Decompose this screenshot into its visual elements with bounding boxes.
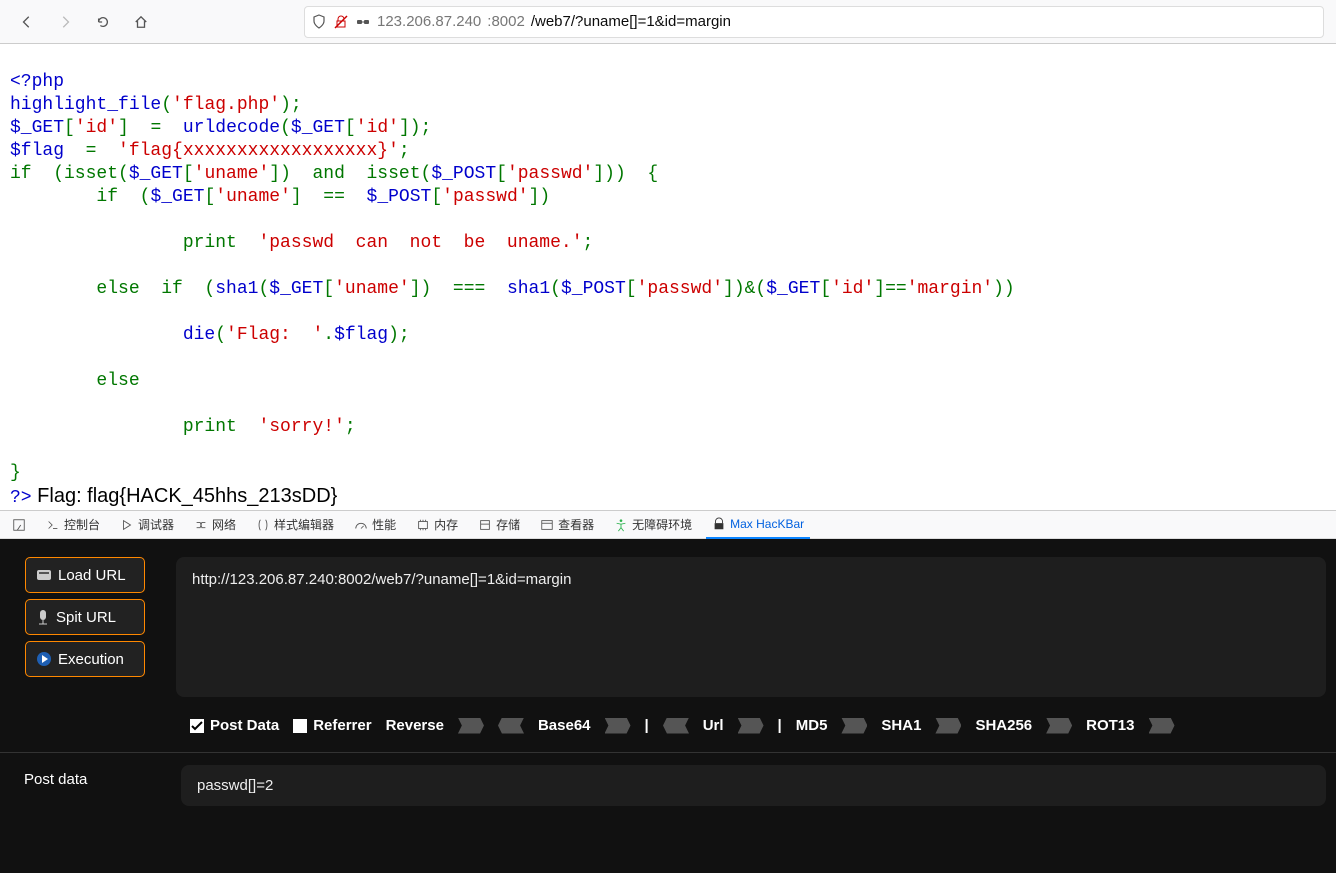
tab-hackbar[interactable]: Max HacKBar bbox=[706, 511, 810, 539]
url-host: 123.206.87.240 bbox=[377, 13, 481, 30]
arrow-right-icon[interactable] bbox=[458, 718, 484, 734]
tab-network[interactable]: 网络 bbox=[188, 511, 242, 539]
tab-debugger[interactable]: 调试器 bbox=[114, 511, 180, 539]
permissions-icon bbox=[355, 14, 371, 30]
post-data-label: Post data bbox=[10, 765, 165, 788]
sha1-label[interactable]: SHA1 bbox=[881, 717, 921, 734]
load-url-button[interactable]: Load URL bbox=[25, 557, 145, 593]
arrow-right-icon[interactable] bbox=[841, 718, 867, 734]
arrow-left-icon[interactable] bbox=[498, 718, 524, 734]
url-path: /web7/?uname[]=1&id=margin bbox=[531, 13, 731, 30]
tab-storage[interactable]: 存储 bbox=[472, 511, 526, 539]
hackbar-options: Post Data Referrer Reverse Base64 | Url … bbox=[0, 707, 1336, 752]
devtools-panel: 控制台 调试器 网络 样式编辑器 性能 内存 存储 查看器 无障碍环境 Max … bbox=[0, 510, 1336, 873]
tab-style-editor[interactable]: 样式编辑器 bbox=[250, 511, 340, 539]
home-button[interactable] bbox=[126, 7, 156, 37]
arrow-right-icon[interactable] bbox=[935, 718, 961, 734]
url-port: :8002 bbox=[487, 13, 525, 30]
base64-label[interactable]: Base64 bbox=[538, 717, 591, 734]
tab-accessibility[interactable]: 无障碍环境 bbox=[608, 511, 698, 539]
back-button[interactable] bbox=[12, 7, 42, 37]
arrow-right-icon[interactable] bbox=[605, 718, 631, 734]
spit-url-button[interactable]: Spit URL bbox=[25, 599, 145, 635]
arrow-right-icon[interactable] bbox=[1149, 718, 1175, 734]
tab-memory[interactable]: 内存 bbox=[410, 511, 464, 539]
execution-button[interactable]: Execution bbox=[25, 641, 145, 677]
tab-console[interactable]: 控制台 bbox=[40, 511, 106, 539]
post-data-input[interactable]: passwd[]=2 bbox=[181, 765, 1326, 806]
tab-inspector-toggle[interactable] bbox=[6, 511, 32, 539]
referrer-checkbox[interactable]: Referrer bbox=[293, 717, 371, 734]
reverse-label[interactable]: Reverse bbox=[386, 717, 444, 734]
arrow-right-icon[interactable] bbox=[1046, 718, 1072, 734]
arrow-left-icon[interactable] bbox=[663, 718, 689, 734]
hackbar-url-input[interactable]: http://123.206.87.240:8002/web7/?uname[]… bbox=[176, 557, 1326, 697]
sha256-label[interactable]: SHA256 bbox=[975, 717, 1032, 734]
hackbar-panel: Load URL Spit URL Execution http://123.2… bbox=[0, 539, 1336, 873]
address-bar[interactable]: 123.206.87.240 :8002/web7/?uname[]=1&id=m… bbox=[304, 6, 1324, 38]
lock-slash-icon bbox=[333, 14, 349, 30]
nav-toolbar: 123.206.87.240 :8002/web7/?uname[]=1&id=m… bbox=[0, 0, 1336, 44]
forward-button[interactable] bbox=[50, 7, 80, 37]
page-content: <?php highlight_file('flag.php'); $_GET[… bbox=[0, 44, 1336, 510]
rot13-label[interactable]: ROT13 bbox=[1086, 717, 1134, 734]
tab-inspector[interactable]: 查看器 bbox=[534, 511, 600, 539]
reload-button[interactable] bbox=[88, 7, 118, 37]
flag-output: Flag: flag{HACK_45hhs_213sDD} bbox=[32, 485, 338, 507]
post-data-checkbox[interactable]: Post Data bbox=[190, 717, 279, 734]
shield-icon bbox=[311, 14, 327, 30]
devtools-tabs: 控制台 调试器 网络 样式编辑器 性能 内存 存储 查看器 无障碍环境 Max … bbox=[0, 511, 1336, 539]
tab-performance[interactable]: 性能 bbox=[348, 511, 402, 539]
arrow-right-icon[interactable] bbox=[738, 718, 764, 734]
md5-label[interactable]: MD5 bbox=[796, 717, 828, 734]
url-label[interactable]: Url bbox=[703, 717, 724, 734]
